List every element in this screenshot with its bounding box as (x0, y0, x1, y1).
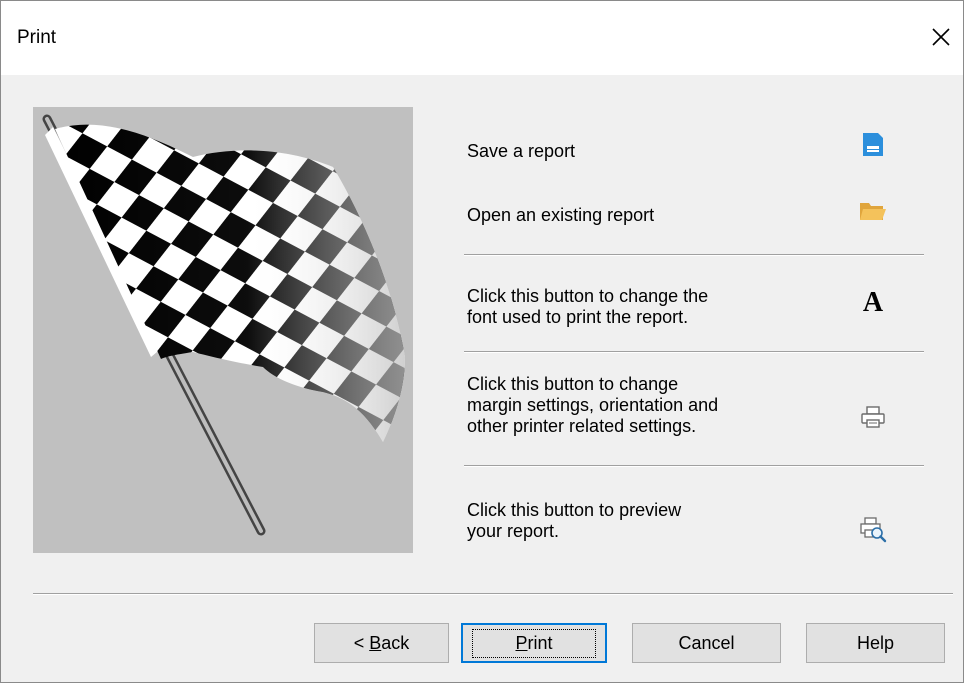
help-button[interactable]: Help (806, 623, 945, 663)
print-preview-icon (860, 517, 887, 543)
cancel-button-label: Cancel (678, 632, 735, 653)
window-title: Print (17, 27, 57, 48)
close-button[interactable] (919, 15, 963, 59)
font-label: Click this button to change the font use… (467, 286, 709, 327)
preview-button[interactable] (853, 509, 893, 549)
checkered-flag-icon (42, 114, 405, 536)
font-icon: A (863, 287, 884, 315)
open-report-label: Open an existing report (467, 205, 655, 225)
footer-separator (33, 593, 953, 595)
folder-open-icon (860, 203, 886, 220)
back-button[interactable]: < Back (314, 623, 449, 663)
cancel-button[interactable]: Cancel (632, 623, 781, 663)
separator (464, 465, 924, 467)
preview-label: Click this button to preview your report… (467, 500, 682, 541)
save-report-label: Save a report (467, 141, 576, 161)
svg-text:A: A (863, 287, 884, 315)
save-icon (863, 133, 883, 156)
printer-settings-label: Click this button to change margin setti… (467, 374, 719, 436)
printer-icon (861, 406, 885, 428)
title-bar: Print (1, 1, 963, 75)
save-report-button[interactable] (853, 125, 893, 165)
printer-settings-button[interactable] (853, 397, 893, 437)
print-button-focus: Print (472, 628, 596, 658)
separator (464, 351, 924, 353)
help-button-label: Help (856, 632, 895, 653)
back-button-prefix: < (353, 632, 370, 653)
separator (464, 254, 924, 256)
close-icon (932, 28, 950, 46)
print-button[interactable]: Print (461, 623, 607, 663)
print-button-label: rint (527, 632, 553, 653)
print-dialog: Print Save a report Open an existing rep… (0, 0, 964, 683)
back-button-mnemonic: B (369, 632, 382, 653)
print-button-mnemonic: P (515, 632, 528, 653)
open-report-button[interactable] (853, 191, 893, 231)
font-button[interactable]: A (853, 281, 893, 321)
back-button-label: ack (381, 632, 410, 653)
checkered-flag-image (33, 107, 413, 553)
